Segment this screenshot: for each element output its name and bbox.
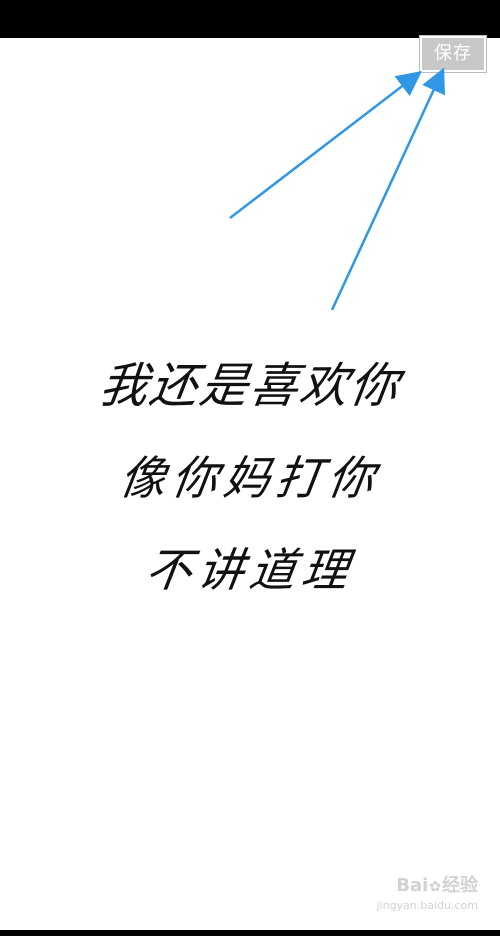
- arrow-icon: [229, 70, 422, 219]
- handwritten-text: 我还是喜欢你 像你妈打你 不讲道理: [0, 340, 500, 616]
- status-bar: [0, 0, 500, 38]
- handwriting-line: 我还是喜欢你: [96, 358, 404, 414]
- watermark-brand-right: 经验: [442, 875, 478, 896]
- arrow-icon: [330, 67, 445, 311]
- watermark-url: jingyan.baidu.com: [376, 899, 478, 912]
- baidu-jingyan-watermark: Bai✿经验 jingyan.baidu.com: [358, 874, 478, 922]
- bottom-bar: [0, 930, 500, 936]
- paw-icon: ✿: [429, 879, 441, 895]
- watermark-brand: Bai✿经验: [358, 874, 478, 899]
- handwriting-line: 不讲道理: [142, 543, 358, 597]
- handwriting-line: 像你妈打你: [116, 451, 384, 505]
- save-button[interactable]: 保存: [419, 35, 487, 73]
- watermark-brand-left: Bai: [396, 875, 429, 896]
